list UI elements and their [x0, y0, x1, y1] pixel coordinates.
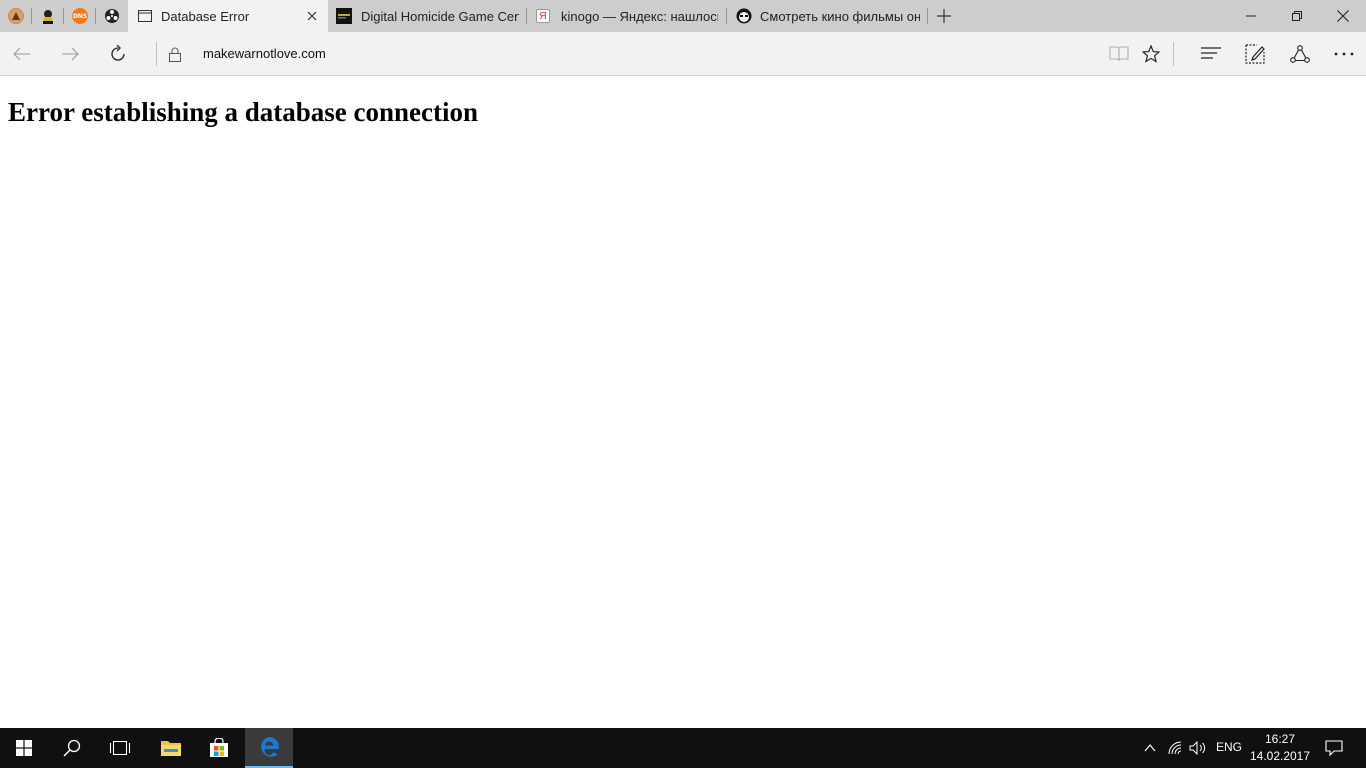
tab-database-error[interactable]: Database Error: [128, 0, 328, 32]
tab-label: Смотреть кино фильмы он: [760, 8, 920, 24]
share-button[interactable]: [1282, 36, 1318, 72]
restore-button[interactable]: [1274, 0, 1320, 32]
store-bag-icon: [210, 738, 228, 757]
pinned-tab-4[interactable]: [96, 0, 128, 32]
web-note-icon: [1245, 44, 1265, 64]
pinned-tab-2[interactable]: [32, 0, 64, 32]
pinned-tab-1[interactable]: [0, 0, 32, 32]
restore-icon: [1292, 11, 1302, 21]
new-tab-button[interactable]: [932, 4, 956, 28]
notification-icon: [1325, 740, 1343, 756]
anime-favicon-icon: [40, 8, 56, 24]
search-icon: [63, 739, 81, 757]
wifi-icon: [1168, 741, 1182, 755]
close-icon: [1337, 10, 1349, 22]
lock-icon: [169, 47, 181, 62]
tab-strip: DNS Database Error Digital Homicide Game…: [0, 0, 1366, 32]
star-icon: [1142, 45, 1160, 63]
search-button[interactable]: [48, 728, 96, 768]
file-explorer-button[interactable]: [147, 728, 195, 768]
back-arrow-icon: [13, 47, 30, 61]
windows-logo-icon: [16, 740, 32, 756]
dns-favicon-icon: DNS: [72, 8, 88, 24]
address-toolbar: makewarnotlove.com: [0, 32, 1366, 76]
reading-view-button[interactable]: [1101, 36, 1137, 72]
film-reel-favicon-icon: [104, 8, 120, 24]
movie-site-favicon-icon: [736, 8, 752, 24]
forward-button[interactable]: [52, 36, 88, 72]
network-button[interactable]: [1166, 728, 1186, 768]
tab-label: Database Error: [161, 8, 250, 24]
security-lock[interactable]: [157, 36, 193, 72]
page-icon: [137, 8, 153, 24]
clock[interactable]: 16:27 14.02.2017: [1248, 731, 1312, 765]
tab-label: kinogo — Яндекс: нашлось: [561, 8, 718, 24]
pinned-tab-3[interactable]: DNS: [64, 0, 96, 32]
clock-time: 16:27: [1264, 732, 1296, 746]
clock-date: 14.02.2017: [1249, 749, 1311, 763]
chevron-up-icon: [1144, 744, 1156, 752]
tab-digital-homicide[interactable]: Digital Homicide Game Cen: [328, 0, 527, 32]
forward-arrow-icon: [62, 47, 79, 61]
web-note-button[interactable]: [1237, 36, 1273, 72]
ellipsis-icon: [1334, 52, 1354, 56]
volume-button[interactable]: [1188, 728, 1208, 768]
error-heading: Error establishing a database connection: [8, 97, 479, 127]
avatar-favicon-icon: [8, 8, 24, 24]
tab-watch-movies[interactable]: Смотреть кино фильмы он: [727, 0, 928, 32]
tab-kinogo-yandex[interactable]: Я kinogo — Яндекс: нашлось: [527, 0, 727, 32]
taskbar: ENG 16:27 14.02.2017: [0, 728, 1366, 768]
edge-taskbar-button[interactable]: [245, 728, 293, 768]
hub-icon: [1201, 47, 1221, 59]
tab-label: Digital Homicide Game Cen: [361, 8, 519, 24]
minimize-icon: [1246, 15, 1256, 17]
edge-logo-icon: [261, 737, 279, 757]
more-actions-button[interactable]: [1326, 36, 1362, 72]
close-tab-icon[interactable]: [304, 8, 320, 24]
page-content: Error establishing a database connection: [0, 77, 1366, 728]
folder-icon: [161, 741, 181, 756]
show-hidden-icons-button[interactable]: [1140, 728, 1160, 768]
address-bar[interactable]: makewarnotlove.com: [203, 46, 326, 61]
back-button[interactable]: [4, 36, 40, 72]
task-view-icon: [109, 740, 131, 756]
start-button[interactable]: [0, 728, 48, 768]
yandex-favicon-icon: Я: [536, 9, 550, 23]
favorites-button[interactable]: [1133, 36, 1169, 72]
speaker-icon: [1189, 741, 1206, 755]
task-view-button[interactable]: [96, 728, 144, 768]
refresh-icon: [111, 45, 125, 61]
store-button[interactable]: [195, 728, 243, 768]
hub-button[interactable]: [1193, 36, 1229, 72]
refresh-button[interactable]: [100, 36, 136, 72]
digital-homicide-favicon-icon: [336, 8, 352, 24]
action-center-button[interactable]: [1320, 728, 1348, 768]
close-window-button[interactable]: [1320, 0, 1366, 32]
plus-icon: [937, 9, 951, 23]
minimize-button[interactable]: [1228, 0, 1274, 32]
reading-view-icon: [1109, 46, 1129, 62]
input-language-indicator[interactable]: ENG: [1216, 740, 1242, 754]
share-icon: [1290, 45, 1310, 63]
